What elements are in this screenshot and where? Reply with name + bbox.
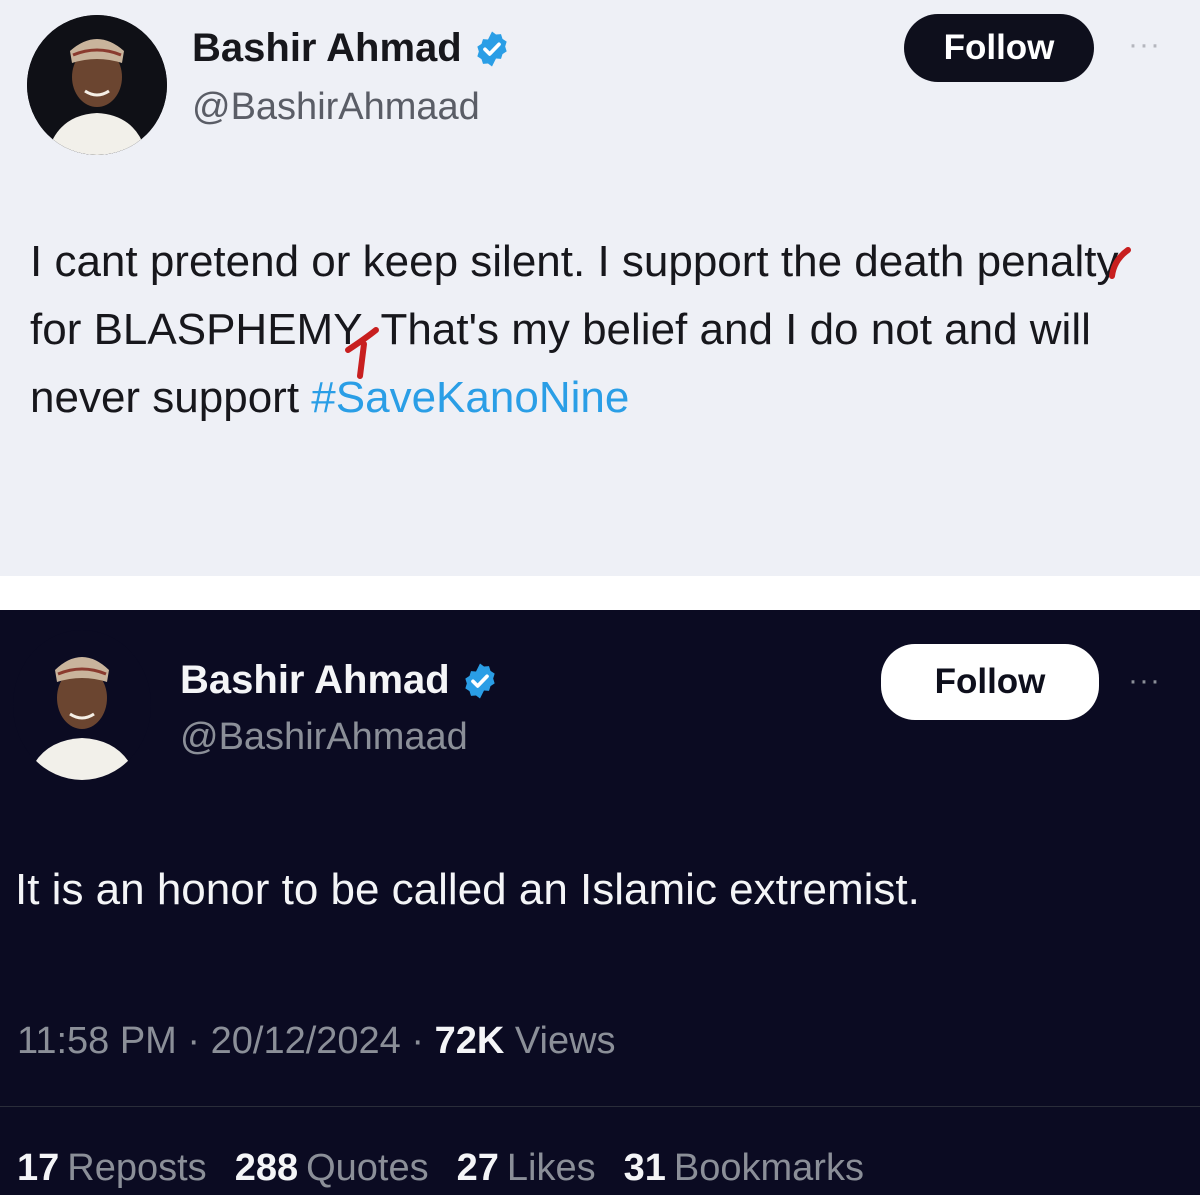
reposts-stat[interactable]: 17 Reposts bbox=[17, 1147, 207, 1190]
more-horizontal-icon[interactable]: ··· bbox=[1128, 28, 1161, 62]
tweet-meta: 11:58 PM · 20/12/2024 · 72K Views bbox=[17, 1020, 616, 1062]
author-name[interactable]: Bashir Ahmad bbox=[180, 658, 500, 703]
author-handle[interactable]: @BashirAhmaad bbox=[180, 716, 468, 759]
author-name[interactable]: Bashir Ahmad bbox=[192, 26, 512, 71]
avatar[interactable] bbox=[27, 15, 167, 155]
more-horizontal-icon[interactable]: ··· bbox=[1128, 664, 1161, 698]
avatar[interactable] bbox=[13, 630, 151, 780]
red-pen-mark bbox=[1109, 247, 1131, 279]
quotes-stat[interactable]: 288 Quotes bbox=[235, 1147, 429, 1190]
verified-badge-icon bbox=[477, 31, 507, 66]
divider-line bbox=[0, 1106, 1200, 1107]
image-divider bbox=[0, 576, 1200, 610]
tweet-text: I cant pretend or keep silent. I support… bbox=[30, 228, 1180, 432]
red-pen-mark bbox=[345, 327, 379, 379]
tweet-card-light: Bashir Ahmad @BashirAhmaad Follow ··· I … bbox=[0, 0, 1200, 576]
views-label: Views bbox=[514, 1020, 616, 1062]
tweet-date[interactable]: 20/12/2024 bbox=[211, 1020, 401, 1062]
verified-badge-icon bbox=[465, 663, 495, 698]
tweet-time[interactable]: 11:58 PM bbox=[17, 1020, 177, 1062]
author-handle[interactable]: @BashirAhmaad bbox=[192, 86, 480, 129]
follow-button[interactable]: Follow bbox=[881, 644, 1099, 720]
follow-button[interactable]: Follow bbox=[904, 14, 1094, 82]
views-count: 72K bbox=[434, 1020, 505, 1062]
engagement-stats: 17 Reposts 288 Quotes 27 Likes 31 Bookmarks bbox=[17, 1147, 864, 1190]
likes-stat[interactable]: 27 Likes bbox=[457, 1147, 596, 1190]
truncated-meta-line: ▁▁▁ ▁▁▁▁▁▁▁▁▁ ▁▁▁ ▁▁▁ ▁▁▁ bbox=[0, 558, 1200, 576]
tweet-card-dark: Bashir Ahmad @BashirAhmaad Follow ··· It… bbox=[0, 610, 1200, 1195]
tweet-text: It is an honor to be called an Islamic e… bbox=[15, 865, 920, 914]
bookmarks-stat[interactable]: 31 Bookmarks bbox=[624, 1147, 864, 1190]
